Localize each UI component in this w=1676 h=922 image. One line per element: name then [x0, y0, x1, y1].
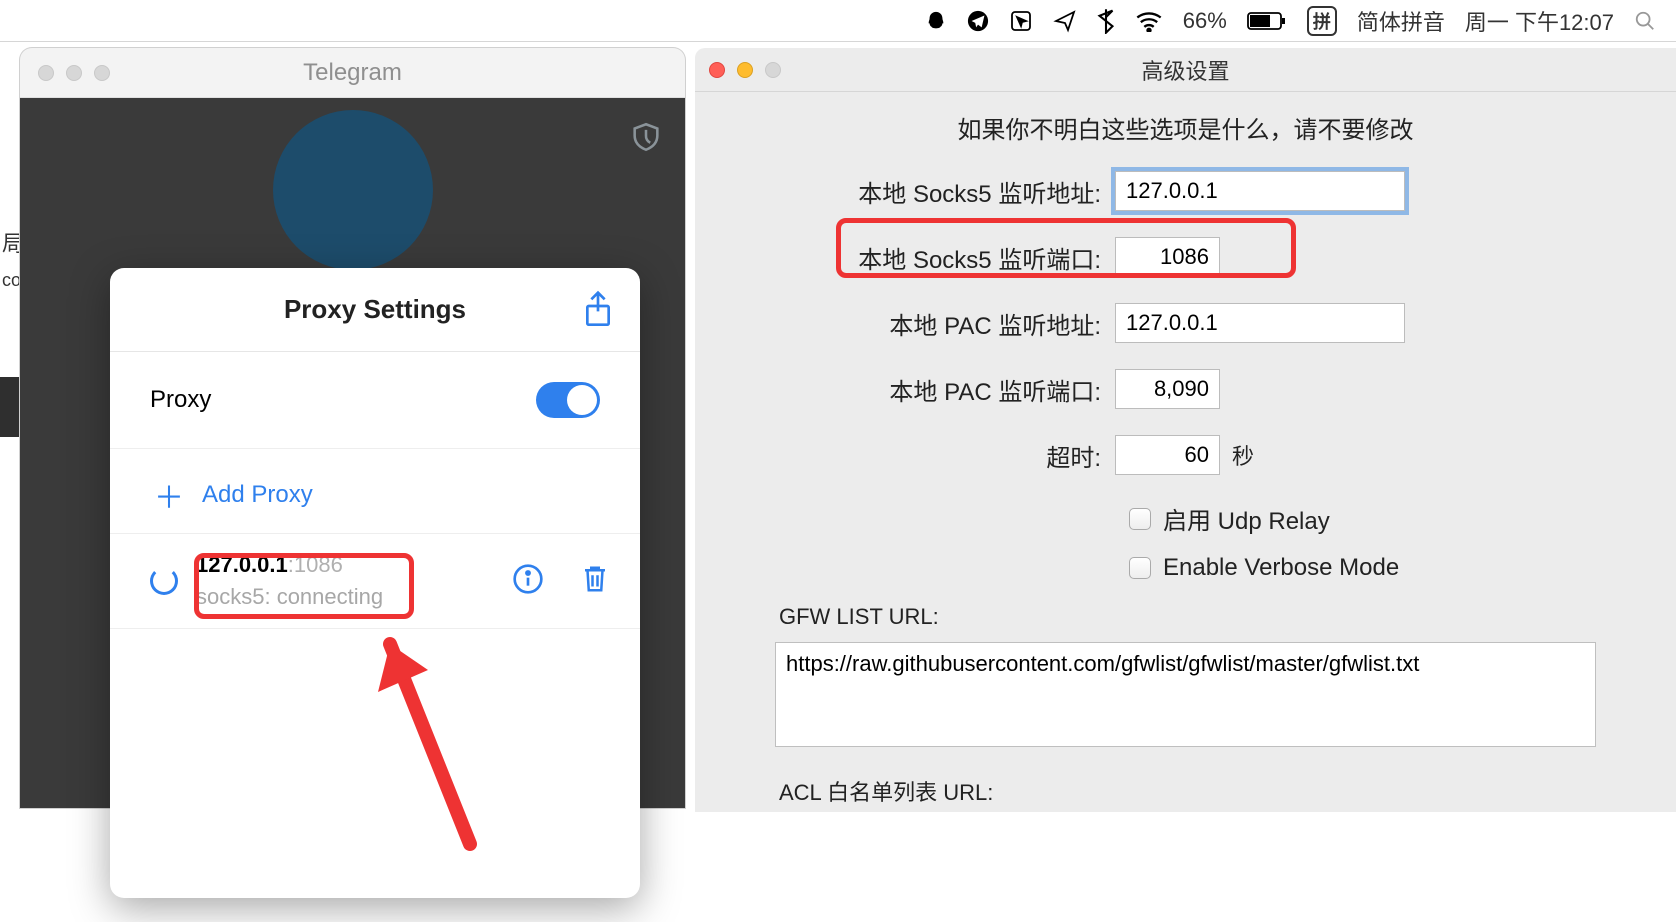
proxy-entry[interactable]: 127.0.0.1:1086 socks5: connecting [110, 534, 640, 629]
cursor-box-icon[interactable] [1009, 9, 1033, 33]
udp-relay-row: 启用 Udp Relay [775, 501, 1596, 536]
timeout-suffix: 秒 [1232, 439, 1254, 471]
gfw-label: GFW LIST URL: [779, 604, 1596, 630]
menubar-clock[interactable]: 周一 下午12:07 [1465, 5, 1614, 37]
plus-icon: ＋ [154, 473, 184, 517]
wifi-icon[interactable] [1135, 10, 1163, 32]
proxy-ip: 127.0.0.1 [196, 552, 288, 577]
pac-addr-row: 本地 PAC 监听地址: [775, 303, 1596, 343]
battery-percent: 66% [1183, 8, 1227, 34]
telegram-window: Telegram Proxy Settings Proxy ＋ Add Prox… [20, 48, 685, 808]
shield-icon[interactable] [629, 120, 663, 159]
timeout-input[interactable] [1115, 435, 1220, 475]
socks-addr-row: 本地 Socks5 监听地址: [775, 171, 1596, 211]
telegram-titlebar: Telegram [20, 48, 685, 98]
udp-relay-checkbox[interactable] [1129, 508, 1151, 530]
mac-menubar: 66% 拼 简体拼音 周一 下午12:07 [0, 0, 1676, 42]
pac-addr-input[interactable] [1115, 303, 1405, 343]
ime-label[interactable]: 简体拼音 [1357, 5, 1445, 37]
socks-port-label: 本地 Socks5 监听端口: [775, 240, 1115, 275]
proxy-label: Proxy [150, 386, 211, 414]
socks-port-input[interactable] [1115, 237, 1220, 277]
telegram-avatar [273, 110, 433, 270]
proxy-toggle-row: Proxy [110, 352, 640, 449]
verbose-row: Enable Verbose Mode [775, 554, 1596, 582]
proxy-port: :1086 [288, 552, 343, 577]
verbose-label: Enable Verbose Mode [1163, 554, 1399, 582]
pac-port-row: 本地 PAC 监听端口: [775, 369, 1596, 409]
timeout-label: 超时: [775, 438, 1115, 473]
add-proxy-button[interactable]: ＋ Add Proxy [110, 449, 640, 534]
pac-port-input[interactable] [1115, 369, 1220, 409]
send-icon[interactable] [1053, 9, 1077, 33]
advanced-settings-window: 高级设置 如果你不明白这些选项是什么，请不要修改 本地 Socks5 监听地址:… [695, 48, 1676, 812]
adv-title: 高级设置 [695, 54, 1676, 86]
bluetooth-icon[interactable] [1097, 8, 1115, 34]
popover-title: Proxy Settings [284, 294, 466, 325]
spotlight-icon[interactable] [1634, 10, 1656, 32]
telegram-title: Telegram [20, 59, 685, 87]
gfw-url-input[interactable] [775, 642, 1596, 747]
adv-warning: 如果你不明白这些选项是什么，请不要修改 [775, 110, 1596, 145]
background-window-fragment: 局 co [0, 220, 22, 720]
pac-port-label: 本地 PAC 监听端口: [775, 372, 1115, 407]
pac-addr-label: 本地 PAC 监听地址: [775, 306, 1115, 341]
verbose-checkbox[interactable] [1129, 557, 1151, 579]
proxy-toggle[interactable] [536, 382, 600, 418]
acl-label: ACL 白名单列表 URL: [779, 775, 1596, 807]
share-button[interactable] [582, 290, 614, 335]
battery-icon[interactable] [1247, 11, 1287, 31]
proxy-status: socks5: connecting [196, 584, 494, 610]
proxy-info-button[interactable] [512, 563, 544, 600]
ime-indicator[interactable]: 拼 [1307, 6, 1337, 36]
socks-port-row: 本地 Socks5 监听端口: [775, 237, 1596, 277]
timeout-row: 超时: 秒 [775, 435, 1596, 475]
socks-addr-label: 本地 Socks5 监听地址: [775, 174, 1115, 209]
connecting-spinner-icon [150, 567, 178, 595]
telegram-menu-icon[interactable] [967, 10, 989, 32]
add-proxy-label: Add Proxy [202, 481, 313, 509]
socks-addr-input[interactable] [1115, 171, 1405, 211]
udp-relay-label: 启用 Udp Relay [1163, 501, 1330, 536]
adv-titlebar: 高级设置 [695, 48, 1676, 92]
proxy-delete-button[interactable] [580, 562, 610, 601]
qq-icon[interactable] [925, 10, 947, 32]
proxy-settings-popover: Proxy Settings Proxy ＋ Add Proxy 127.0.0… [110, 268, 640, 898]
